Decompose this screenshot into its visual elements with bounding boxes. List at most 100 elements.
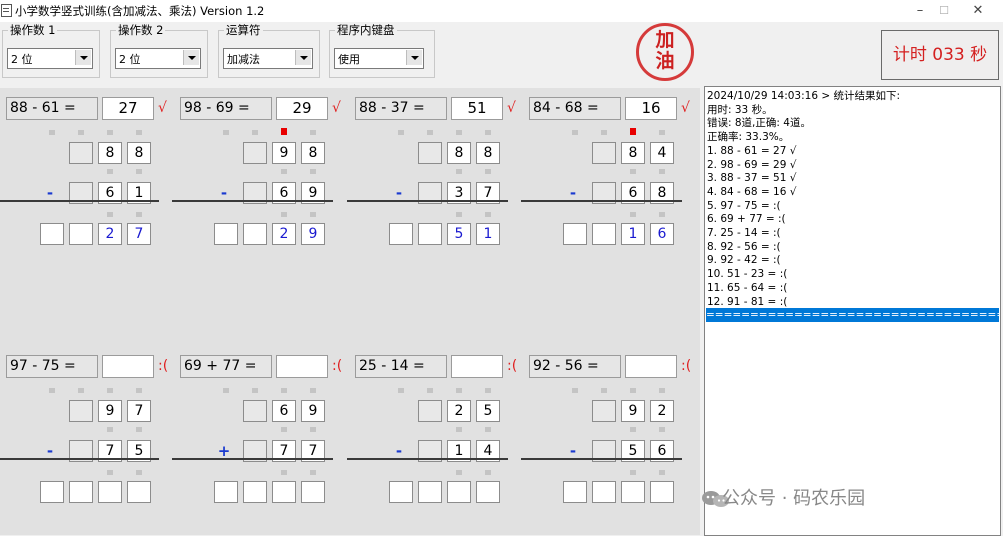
keyboard-label: 程序内键盘: [335, 22, 397, 38]
result-digit-cell[interactable]: [272, 481, 296, 503]
chevron-down-icon[interactable]: [295, 50, 311, 65]
result-digit-cell[interactable]: [650, 481, 674, 503]
borrow-indicator: [659, 388, 665, 393]
result-digit-cell[interactable]: 2: [98, 223, 122, 245]
top-digit-cell[interactable]: [592, 142, 616, 164]
result-digit-cell[interactable]: [69, 481, 93, 503]
answer-input[interactable]: [451, 355, 503, 378]
top-digit-cell[interactable]: 2: [650, 400, 674, 422]
borrow-indicator: [427, 388, 433, 393]
result-digit-cell[interactable]: 1: [621, 223, 645, 245]
borrow-indicator-active: [281, 128, 287, 135]
top-digit-cell[interactable]: 8: [447, 142, 471, 164]
result-digit-cell[interactable]: [592, 481, 616, 503]
top-digit-cell[interactable]: 9: [98, 400, 122, 422]
answer-input[interactable]: 29: [276, 97, 328, 120]
borrow-indicator: [630, 470, 636, 475]
result-digit-cell[interactable]: [476, 481, 500, 503]
top-digit-cell[interactable]: 8: [127, 142, 151, 164]
result-digit-cell[interactable]: 1: [476, 223, 500, 245]
result-digit-cell[interactable]: [40, 481, 64, 503]
result-digit-cell[interactable]: 9: [301, 223, 325, 245]
result-digit-cell[interactable]: [389, 223, 413, 245]
borrow-indicator: [136, 427, 142, 432]
top-digit-cell[interactable]: [69, 400, 93, 422]
top-digit-cell[interactable]: 9: [301, 400, 325, 422]
problem-expression: 69 + 77 =: [180, 355, 272, 378]
chevron-down-icon[interactable]: [75, 50, 91, 65]
answer-input[interactable]: 16: [625, 97, 677, 120]
answer-input[interactable]: [625, 355, 677, 378]
answer-input[interactable]: 51: [451, 97, 503, 120]
result-digit-cell[interactable]: 5: [447, 223, 471, 245]
answer-input[interactable]: [102, 355, 154, 378]
result-digit-cell[interactable]: [127, 481, 151, 503]
log-selected-separator[interactable]: ========================================…: [706, 308, 999, 323]
wrong-mark: :(: [332, 358, 343, 374]
chevron-down-icon[interactable]: [183, 50, 199, 65]
operator-value: 加减法: [227, 53, 260, 66]
result-digit-cell[interactable]: [214, 481, 238, 503]
problem-card: 88 - 61 = 27 √ 8 8 6 1 2 7-: [0, 88, 178, 248]
top-digit-cell[interactable]: 4: [650, 142, 674, 164]
result-digit-cell[interactable]: [621, 481, 645, 503]
result-digit-cell[interactable]: 2: [272, 223, 296, 245]
log-line: 用时: 33 秒。: [707, 103, 773, 116]
keyboard-select[interactable]: 使用: [334, 48, 424, 69]
top-digit-cell[interactable]: 8: [621, 142, 645, 164]
top-digit-cell[interactable]: 9: [272, 142, 296, 164]
top-digit-cell[interactable]: [243, 142, 267, 164]
top-digit-cell[interactable]: 2: [447, 400, 471, 422]
top-digit-cell[interactable]: 7: [127, 400, 151, 422]
result-digit-cell[interactable]: [389, 481, 413, 503]
top-digit-cell[interactable]: 9: [621, 400, 645, 422]
result-digit-cell[interactable]: [563, 223, 587, 245]
close-button[interactable]: ✕: [963, 3, 993, 18]
main-window: 操作数 1 2 位 操作数 2 2 位 运算符 加减法 程序内键盘 使用 加 油…: [0, 22, 1003, 536]
result-digit-cell[interactable]: [563, 481, 587, 503]
result-digit-cell[interactable]: [243, 481, 267, 503]
chevron-down-icon[interactable]: [406, 50, 422, 65]
result-digit-cell[interactable]: [418, 223, 442, 245]
result-digit-cell[interactable]: 6: [650, 223, 674, 245]
borrow-indicator: [601, 130, 607, 135]
result-digit-cell[interactable]: [301, 481, 325, 503]
correct-mark: √: [507, 100, 516, 116]
top-digit-cell[interactable]: 5: [476, 400, 500, 422]
top-digit-cell[interactable]: [592, 400, 616, 422]
result-digit-cell[interactable]: [447, 481, 471, 503]
wrong-mark: :(: [507, 358, 518, 374]
maximize-button[interactable]: ☐: [929, 4, 959, 17]
result-digit-cell[interactable]: 7: [127, 223, 151, 245]
operator-select[interactable]: 加减法: [223, 48, 313, 69]
operand1-select[interactable]: 2 位: [7, 48, 93, 69]
top-digit-cell[interactable]: [243, 400, 267, 422]
operand2-select[interactable]: 2 位: [115, 48, 201, 69]
top-digit-cell[interactable]: [69, 142, 93, 164]
result-log[interactable]: 2024/10/29 14:03:16 > 统计结果如下: 用时: 33 秒。 错误…: [704, 86, 1001, 536]
result-digit-cell[interactable]: [69, 223, 93, 245]
borrow-indicator: [49, 130, 55, 135]
top-digit-cell[interactable]: 8: [98, 142, 122, 164]
top-digit-cell[interactable]: 8: [476, 142, 500, 164]
correct-mark: √: [158, 100, 167, 116]
borrow-indicator: [572, 130, 578, 135]
result-digit-cell[interactable]: [418, 481, 442, 503]
borrow-indicator: [310, 388, 316, 393]
log-line: 4. 84 - 68 = 16 √: [707, 185, 797, 198]
result-digit-cell[interactable]: [592, 223, 616, 245]
top-digit-cell[interactable]: [418, 142, 442, 164]
answer-input[interactable]: [276, 355, 328, 378]
log-line: 11. 65 - 64 = :(: [707, 281, 788, 294]
answer-input[interactable]: 27: [102, 97, 154, 120]
result-digit-cell[interactable]: [40, 223, 64, 245]
result-digit-cell[interactable]: [214, 223, 238, 245]
problem-card: 98 - 69 = 29 √ 9 8 6 9 2 9-: [172, 88, 352, 248]
watermark-text: 公众号 · 码农乐园: [722, 488, 866, 509]
borrow-indicator: [310, 130, 316, 135]
result-digit-cell[interactable]: [98, 481, 122, 503]
top-digit-cell[interactable]: 8: [301, 142, 325, 164]
top-digit-cell[interactable]: 6: [272, 400, 296, 422]
result-digit-cell[interactable]: [243, 223, 267, 245]
top-digit-cell[interactable]: [418, 400, 442, 422]
